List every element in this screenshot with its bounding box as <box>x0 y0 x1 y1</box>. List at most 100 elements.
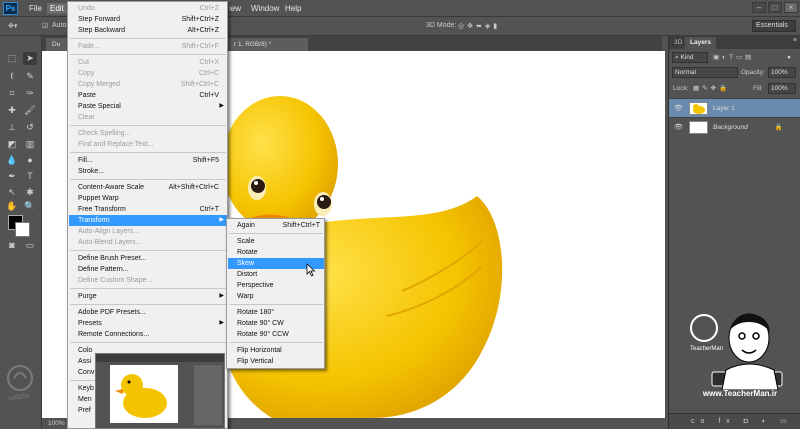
menu-separator <box>229 304 323 305</box>
edit-menu-item-copy[interactable]: Copy Ctrl+C <box>69 68 227 79</box>
lock-icon[interactable]: 🔒 <box>775 118 783 137</box>
filter-toggle-icon[interactable]: ● <box>787 52 791 63</box>
marquee-tool-icon[interactable]: ⬚ <box>5 52 19 65</box>
zoom-tool-icon[interactable]: 🔍 <box>23 200 37 213</box>
edit-menu-item-paste[interactable]: Paste Ctrl+V <box>69 90 227 101</box>
menu-item-shortcut: Shift+Ctrl+Z <box>181 16 219 23</box>
edit-menu-item-transform[interactable]: Transform ▶ <box>69 215 227 226</box>
gradient-icon[interactable]: ▥ <box>23 138 37 151</box>
menu-item-label: Paste <box>78 92 96 99</box>
3d-mode-icons[interactable]: ◎✥⬌◈▮ <box>458 22 500 30</box>
layer-thumbnail <box>689 102 708 115</box>
edit-menu-item-define-pattern[interactable]: Define Pattern... <box>69 264 227 275</box>
blend-mode-select[interactable]: Normal <box>672 67 738 78</box>
layer-kind-filter[interactable]: ⌕ Kind <box>672 52 708 63</box>
edit-menu-item-auto-align-layers[interactable]: Auto-Align Layers... <box>69 226 227 237</box>
move-tool-icon[interactable]: ✥▾ <box>8 22 17 30</box>
auto-select-label: Auto <box>52 22 67 29</box>
edit-menu-item-undo[interactable]: Undo Ctrl+Z <box>69 3 227 14</box>
menu-file[interactable]: File <box>26 3 45 14</box>
edit-menu-item-auto-blend-layers[interactable]: Auto-Blend Layers... <box>69 237 227 248</box>
menu-window[interactable]: Window <box>248 3 282 14</box>
transform-item-flip-horizontal[interactable]: Flip Horizontal <box>228 345 324 356</box>
transform-item-again[interactable]: Again Shift+Ctrl+T <box>228 220 324 231</box>
edit-menu-item-check-spelling[interactable]: Check Spelling... <box>69 128 227 139</box>
quick-selection-icon[interactable]: ✎ <box>23 70 37 83</box>
teacherman-url: www.TeacherMan.ir <box>702 389 778 398</box>
edit-menu-item-copy-merged[interactable]: Copy Merged Shift+Ctrl+C <box>69 79 227 90</box>
layer-action-icons[interactable]: co fx ◘ ◐ ▭ ▣ 🗑 <box>691 414 800 429</box>
healing-brush-icon[interactable]: ✚ <box>5 104 19 117</box>
edit-menu-item-purge[interactable]: Purge ▶ <box>69 291 227 302</box>
shape-tool-icon[interactable]: ✱ <box>23 186 37 199</box>
edit-menu-item-remote-connections[interactable]: Remote Connections... <box>69 329 227 340</box>
transform-item-perspective[interactable]: Perspective <box>228 280 324 291</box>
maximize-icon[interactable]: □ <box>768 2 782 13</box>
edit-menu-item-step-backward[interactable]: Step Backward Alt+Ctrl+Z <box>69 25 227 36</box>
tab-layers[interactable]: Layers <box>685 37 716 49</box>
document-tab[interactable]: r 1, RGB/8) * <box>228 38 308 51</box>
edit-menu-item-clear[interactable]: Clear <box>69 112 227 123</box>
blur-tool-icon[interactable]: 💧 <box>5 154 19 167</box>
transform-item-rotate-180[interactable]: Rotate 180° <box>228 307 324 318</box>
edit-menu-item-step-forward[interactable]: Step Forward Shift+Ctrl+Z <box>69 14 227 25</box>
filter-icons[interactable]: ▣◐T▭▤ <box>713 52 754 63</box>
brush-tool-icon[interactable]: 🖌 <box>23 104 37 117</box>
edit-menu-item-define-custom-shape[interactable]: Define Custom Shape... <box>69 275 227 286</box>
layer-row-layer-1[interactable]: 👁 Layer 1 <box>669 98 800 117</box>
edit-menu-item-paste-special[interactable]: Paste Special ▶ <box>69 101 227 112</box>
workspace-switcher[interactable]: Essentials <box>752 20 796 32</box>
screen-mode-icon[interactable]: ▭ <box>23 239 37 252</box>
edit-menu-item-fade[interactable]: Fade... Shift+Ctrl+F <box>69 41 227 52</box>
eraser-icon[interactable]: ◩ <box>5 138 19 151</box>
layer-row-background[interactable]: 👁 Background 🔒 <box>669 117 800 136</box>
history-brush-icon[interactable]: ↺ <box>23 121 37 134</box>
minimize-icon[interactable]: – <box>752 2 766 13</box>
close-icon[interactable]: × <box>784 2 798 13</box>
transform-item-flip-vertical[interactable]: Flip Vertical <box>228 356 324 367</box>
transform-item-rotate-90-cw[interactable]: Rotate 90° CW <box>228 318 324 329</box>
menu-edit[interactable]: Edit <box>47 3 67 14</box>
edit-menu-item-find-and-replace-text[interactable]: Find and Replace Text... <box>69 139 227 150</box>
pen-tool-icon[interactable]: ✒ <box>5 170 19 183</box>
transform-item-rotate-90-ccw[interactable]: Rotate 90° CCW <box>228 329 324 340</box>
edit-menu-item-presets[interactable]: Presets ▶ <box>69 318 227 329</box>
hand-tool-icon[interactable]: ✋ <box>5 200 19 213</box>
quick-mask-icon[interactable]: ◙ <box>5 239 19 252</box>
transform-item-rotate[interactable]: Rotate <box>228 247 324 258</box>
crop-tool-icon[interactable]: ⌗ <box>5 87 19 100</box>
zoom-level[interactable]: 100% <box>48 420 65 427</box>
fill-field[interactable]: 100% <box>768 83 796 94</box>
menu-item-label: Pref <box>78 407 91 414</box>
eyedropper-icon[interactable]: ✑ <box>23 87 37 100</box>
transform-item-warp[interactable]: Warp <box>228 291 324 302</box>
edit-menu-item-fill[interactable]: Fill... Shift+F5 <box>69 155 227 166</box>
edit-menu-item-stroke[interactable]: Stroke... <box>69 166 227 177</box>
edit-menu-item-free-transform[interactable]: Free Transform Ctrl+T <box>69 204 227 215</box>
menu-separator <box>70 38 226 39</box>
panel-menu-icon[interactable]: ≡ <box>793 37 797 44</box>
lasso-tool-icon[interactable]: ℓ <box>5 70 19 83</box>
clone-stamp-icon[interactable]: ⊥ <box>5 121 19 134</box>
edit-menu-item-cut[interactable]: Cut Ctrl+X <box>69 57 227 68</box>
auto-select-checkbox[interactable]: ☑ <box>42 22 48 30</box>
panel-tabs: 3D Layers ≡ <box>669 36 800 49</box>
path-selection-icon[interactable]: ↖ <box>5 186 19 199</box>
transform-item-scale[interactable]: Scale <box>228 236 324 247</box>
background-color-swatch[interactable] <box>15 222 30 237</box>
doc-tab-prefix[interactable]: Du <box>46 38 68 51</box>
menu-view[interactable]: iew <box>226 3 244 14</box>
type-tool-icon[interactable]: T <box>23 170 37 183</box>
move-tool-icon[interactable]: ➤ <box>23 52 37 65</box>
menu-item-label: Define Custom Shape... <box>78 277 153 284</box>
edit-menu-item-puppet-warp[interactable]: Puppet Warp <box>69 193 227 204</box>
opacity-field[interactable]: 100% <box>768 67 796 78</box>
edit-menu-item-adobe-pdf-presets[interactable]: Adobe PDF Presets... <box>69 307 227 318</box>
edit-menu-item-content-aware-scale[interactable]: Content-Aware Scale Alt+Shift+Ctrl+C <box>69 182 227 193</box>
edit-menu-item-define-brush-preset[interactable]: Define Brush Preset... <box>69 253 227 264</box>
lock-icons[interactable]: ▦✎✥🔒 <box>693 83 730 94</box>
dodge-tool-icon[interactable]: ● <box>23 154 37 167</box>
eye-icon[interactable]: 👁 <box>674 118 683 137</box>
eye-icon[interactable]: 👁 <box>674 99 683 118</box>
menu-help[interactable]: Help <box>282 3 304 14</box>
